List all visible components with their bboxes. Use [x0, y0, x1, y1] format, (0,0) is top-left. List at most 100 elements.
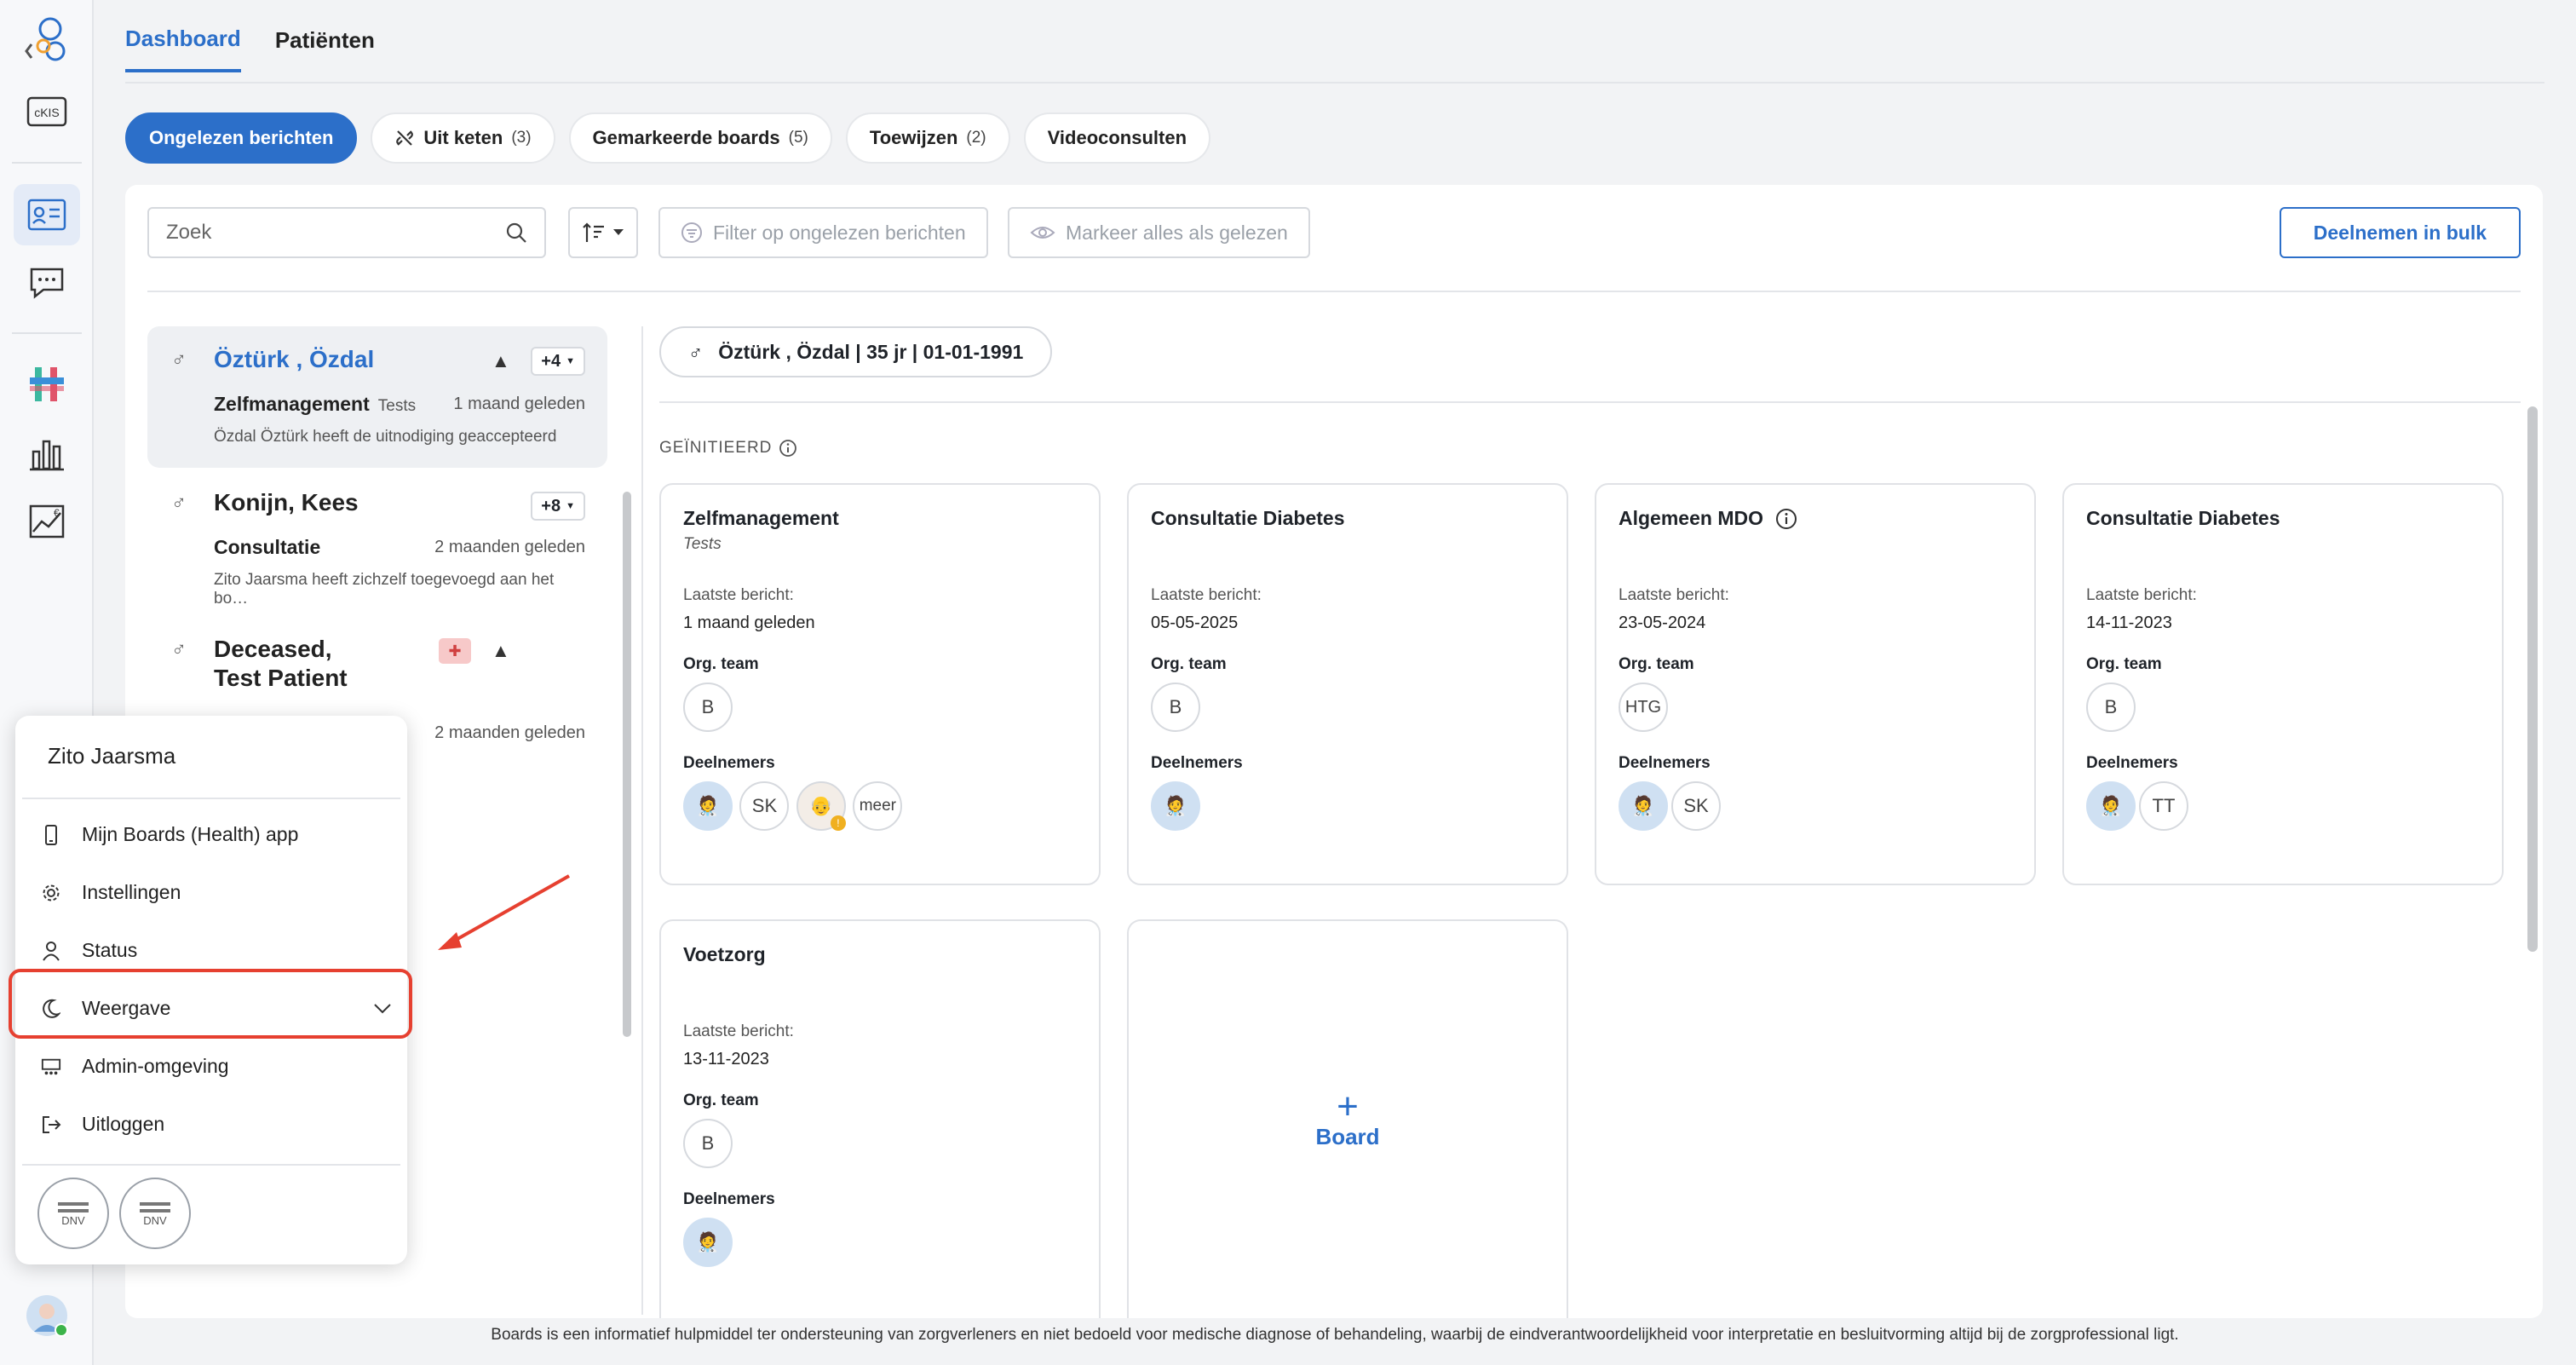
gear-icon	[41, 884, 61, 902]
chevron-down-icon: ▼	[566, 356, 575, 366]
deceased-icon: ✚	[439, 638, 471, 664]
menu-item-admin[interactable]: Admin-omgeving	[41, 1055, 229, 1078]
pill-videoconsulten[interactable]: Videoconsulten	[1023, 112, 1211, 164]
menu-item-label: Instellingen	[82, 881, 181, 903]
member-initials: SK	[1671, 781, 1721, 831]
menu-item-settings[interactable]: Instellingen	[41, 881, 181, 904]
menu-item-label: Uitloggen	[82, 1113, 165, 1135]
pill-count: (3)	[511, 129, 532, 147]
list-item[interactable]: ♂ Öztürk , Özdal ▲ +4 ▼ Zelfmanagement Tes…	[147, 326, 607, 468]
ckis-icon[interactable]: cKIS	[14, 81, 80, 142]
tab-dashboard[interactable]: Dashboard	[125, 10, 241, 72]
sort-button[interactable]	[568, 207, 638, 258]
card-title: Consultatie Diabetes	[1151, 507, 1345, 529]
patient-name: Öztürk , Özdal	[214, 346, 375, 372]
section-label: GEÏNITIEERD	[659, 439, 773, 457]
pill-label: Uit keten	[423, 127, 503, 148]
menu-item-label: Mijn Boards (Health) app	[82, 823, 299, 845]
pill-toewijzen[interactable]: Toewijzen (2)	[845, 112, 1010, 164]
participants-badge[interactable]: +4 ▼	[531, 347, 585, 376]
list-scrollbar[interactable]	[623, 492, 631, 1037]
badge-count: +4	[541, 351, 561, 371]
male-icon: ♂	[688, 340, 704, 363]
org-team-label: Org. team	[683, 1091, 759, 1109]
members-label: Deelnemers	[1619, 754, 1711, 772]
timestamp: 2 maanden geleden	[434, 538, 585, 556]
board-card[interactable]: Algemeen MDO Laatste bericht: 23-05-2024…	[1595, 483, 2036, 885]
more-members[interactable]: meer	[853, 781, 903, 831]
last-message-label: Laatste bericht:	[683, 1022, 794, 1040]
board-subtitle: Tests	[377, 397, 417, 415]
board-card[interactable]: Zelfmanagement Tests Laatste bericht: 1 …	[659, 483, 1101, 885]
members-label: Deelnemers	[683, 1190, 775, 1208]
menu-item-logout[interactable]: Uitloggen	[41, 1113, 164, 1136]
org-team-label: Org. team	[2086, 655, 2162, 673]
add-board-button[interactable]: + Board	[1127, 919, 1568, 1318]
pill-label: Gemarkeerde boards	[592, 127, 780, 148]
cert-label: DNV	[61, 1213, 85, 1227]
pill-gemarkeerde-boards[interactable]: Gemarkeerde boards (5)	[568, 112, 832, 164]
plus-brand-icon[interactable]	[14, 354, 80, 415]
top-nav: Dashboard Patiënten	[125, 0, 375, 82]
last-message-value: 05-05-2025	[1151, 613, 1239, 632]
mark-all-read-button[interactable]: Markeer alles als gelezen	[1008, 207, 1310, 258]
content-scrollbar[interactable]	[2527, 406, 2538, 952]
patient-tag[interactable]: ♂ Öztürk , Özdal | 35 jr | 01-01-1991	[659, 326, 1053, 377]
search-icon	[506, 222, 526, 243]
menu-item-status[interactable]: Status	[41, 939, 137, 962]
bulk-join-button[interactable]: Deelnemen in bulk	[2279, 207, 2521, 258]
card-title: Algemeen MDO	[1619, 507, 1763, 529]
info-icon[interactable]	[779, 439, 797, 458]
section-initiated: GEÏNITIEERD	[659, 439, 797, 458]
participants-badge[interactable]: +8 ▼	[531, 492, 585, 521]
unlink-icon	[396, 130, 414, 146]
logo-icon[interactable]	[14, 9, 80, 70]
male-icon: ♂	[171, 492, 187, 515]
board-name: Zelfmanagement Tests	[214, 393, 416, 415]
patient-card-icon[interactable]	[14, 184, 80, 245]
chevron-down-icon	[613, 229, 624, 235]
pill-uit-keten[interactable]: Uit keten (3)	[371, 112, 555, 164]
pill-label: Ongelezen berichten	[149, 127, 334, 148]
patient-name: Konijn, Kees	[214, 489, 359, 515]
patient-tag-label: Öztürk , Özdal | 35 jr | 01-01-1991	[718, 340, 1024, 363]
info-icon[interactable]	[1775, 508, 1797, 530]
search-input[interactable]: Zoek	[147, 207, 546, 258]
filter-unread-button[interactable]: Filter op ongelezen berichten	[658, 207, 988, 258]
board-card[interactable]: Voetzorg Laatste bericht: 13-11-2023 Org…	[659, 919, 1101, 1318]
bar-chart-icon[interactable]	[14, 423, 80, 484]
member-initials: SK	[739, 781, 790, 831]
board-card[interactable]: Consultatie Diabetes Laatste bericht: 14…	[2062, 483, 2504, 885]
avatar: 🧑‍⚕️	[1619, 781, 1668, 831]
last-message-value: 1 maand geleden	[683, 613, 815, 632]
pill-ongelezen-berichten[interactable]: Ongelezen berichten	[125, 112, 358, 164]
card-subtitle: Tests	[683, 535, 722, 553]
chevron-down-icon: ▼	[566, 501, 575, 511]
avatar: 🧑‍⚕️	[683, 1218, 733, 1267]
menu-item-app[interactable]: Mijn Boards (Health) app	[41, 823, 298, 846]
logout-icon	[41, 1115, 61, 1134]
board-card[interactable]: Consultatie Diabetes Laatste bericht: 05…	[1127, 483, 1568, 885]
admin-icon	[41, 1057, 61, 1076]
member-initials: TT	[2139, 781, 2188, 831]
org-team-badge: B	[1151, 682, 1200, 732]
org-team-badge: B	[683, 682, 733, 732]
dnv-cert-seal: DNV	[119, 1178, 191, 1249]
card-title: Zelfmanagement	[683, 507, 839, 529]
org-team-badge: B	[2086, 682, 2136, 732]
add-board-label: Board	[1315, 1123, 1380, 1149]
org-team-label: Org. team	[1151, 655, 1227, 673]
euro-chart-icon[interactable]: €	[14, 491, 80, 552]
last-message-value: 14-11-2023	[2086, 613, 2172, 632]
svg-text:cKIS: cKIS	[34, 106, 60, 119]
org-team-label: Org. team	[1619, 655, 1694, 673]
person-icon	[41, 941, 61, 961]
alert-icon: !	[830, 815, 846, 831]
list-item[interactable]: ♂ Konijn, Kees +8 ▼ Consultatie 2 maanden…	[147, 468, 607, 613]
tab-patienten[interactable]: Patiënten	[275, 12, 375, 71]
chat-icon[interactable]	[14, 252, 80, 314]
last-message-label: Laatste bericht:	[683, 586, 794, 604]
last-message: Zito Jaarsma heeft zichzelf toegevoegd a…	[214, 571, 555, 608]
user-avatar-icon[interactable]	[14, 1285, 80, 1346]
phone-icon	[41, 824, 61, 845]
